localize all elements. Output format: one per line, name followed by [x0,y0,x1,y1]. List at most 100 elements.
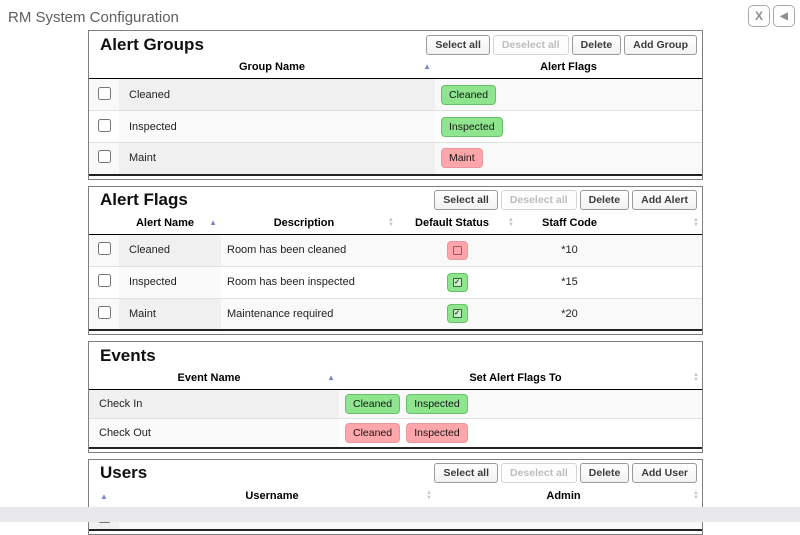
sort-asc-icon: ▲ [209,219,217,227]
row-checkbox[interactable] [98,87,111,100]
delete-button[interactable]: Delete [580,190,630,210]
sort-asc-icon: ▲ [100,492,108,501]
events-table: Event Name▲ Set Alert Flags To▲▼ Check I… [89,367,702,449]
column-header-alert-flags[interactable]: Alert Flags [435,56,702,79]
group-name-cell: Cleaned [119,79,435,111]
flag-badge: Cleaned [441,85,496,105]
column-header-description[interactable]: Description▲▼ [221,212,397,235]
status-badge [447,241,468,260]
alert-flags-section: Alert Flags Select all Deselect all Dele… [88,186,703,336]
table-row: Maint Maint [89,143,702,175]
table-row: Check In Cleaned Inspected [89,390,702,419]
default-status-cell [397,298,517,330]
sort-icon: ▲▼ [388,218,394,228]
alert-flags-cell: Inspected [435,111,702,143]
add-alert-button[interactable]: Add Alert [632,190,697,210]
table-row: Inspected Inspected [89,111,702,143]
flag-badge: Cleaned [345,423,400,443]
event-name-cell: Check In [89,390,339,419]
events-section: Events Event Name▲ Set Alert Flags To▲▼ … [88,341,703,453]
column-header-admin[interactable]: Admin▲▼ [435,485,702,508]
row-checkbox[interactable] [98,274,111,287]
table-row: Inspected Room has been inspected *15 [89,266,702,298]
delete-button[interactable]: Delete [572,35,622,55]
sort-icon: ▲▼ [508,218,514,228]
alert-name-cell: Inspected [119,266,221,298]
flag-badge: Inspected [441,117,503,137]
bottom-strip [0,507,800,522]
select-all-button[interactable]: Select all [434,190,498,210]
row-checkbox[interactable] [98,242,111,255]
users-section: Users Select all Deselect all Delete Add… [88,459,703,535]
row-checkbox[interactable] [98,150,111,163]
column-header-group-name[interactable]: Group Name▲ [119,56,435,79]
select-all-button[interactable]: Select all [426,35,490,55]
column-header-select[interactable]: ▲ [89,485,119,508]
alert-groups-title: Alert Groups [100,35,204,55]
column-header-select[interactable] [89,212,119,235]
column-header-default-status[interactable]: Default Status▲▼ [397,212,517,235]
alert-name-cell: Maint [119,298,221,330]
select-all-button[interactable]: Select all [434,463,498,483]
flag-badge: Maint [441,148,483,168]
alert-name-cell: Cleaned [119,234,221,266]
description-cell: Maintenance required [221,298,397,330]
add-user-button[interactable]: Add User [632,463,697,483]
close-button[interactable]: X [748,5,770,27]
column-header-select[interactable] [89,56,119,79]
users-title: Users [100,463,147,483]
flag-badge: Inspected [406,423,468,443]
add-group-button[interactable]: Add Group [624,35,697,55]
staff-code-cell: *20 [517,298,622,330]
default-status-cell [397,266,517,298]
flag-badge: Inspected [406,394,468,414]
checkbox-glyph-icon [453,246,462,255]
group-name-cell: Inspected [119,111,435,143]
column-header-set-alert-flags-to[interactable]: Set Alert Flags To▲▼ [339,367,702,390]
status-badge [447,304,468,323]
sort-icon: ▲▼ [426,491,432,501]
column-header-username[interactable]: Username▲▼ [119,485,435,508]
extra-cell [622,298,702,330]
alert-flags-cell: Maint [435,143,702,175]
row-checkbox[interactable] [98,306,111,319]
deselect-all-button: Deselect all [501,463,577,483]
extra-cell [622,266,702,298]
row-checkbox[interactable] [98,119,111,132]
alert-groups-table: Group Name▲ Alert Flags Cleaned Cleaned … [89,56,702,176]
sort-icon: ▲▼ [693,373,699,383]
description-cell: Room has been inspected [221,266,397,298]
table-row: Cleaned Cleaned [89,79,702,111]
sort-asc-icon: ▲ [327,374,335,382]
group-name-cell: Maint [119,143,435,175]
back-button[interactable]: ◀ [773,5,795,27]
content: Alert Groups Select all Deselect all Del… [88,30,703,535]
delete-button[interactable]: Delete [580,463,630,483]
alert-groups-section: Alert Groups Select all Deselect all Del… [88,30,703,180]
column-header-staff-code[interactable]: Staff Code [517,212,622,235]
table-row: Maint Maintenance required *20 [89,298,702,330]
event-name-cell: Check Out [89,419,339,448]
alert-flags-cell: Cleaned [435,79,702,111]
page-title: RM System Configuration [8,9,179,26]
description-cell: Room has been cleaned [221,234,397,266]
table-row: Check Out Cleaned Inspected [89,419,702,448]
events-title: Events [100,346,156,366]
column-header-event-name[interactable]: Event Name▲ [89,367,339,390]
extra-cell [622,234,702,266]
alert-flags-title: Alert Flags [100,190,188,210]
set-alert-flags-cell: Cleaned Inspected [339,390,702,419]
flag-badge: Cleaned [345,394,400,414]
staff-code-cell: *15 [517,266,622,298]
default-status-cell [397,234,517,266]
status-badge [447,273,468,292]
alert-flags-table: Alert Name▲ Description▲▼ Default Status… [89,212,702,332]
sort-asc-icon: ▲ [423,63,431,71]
sort-icon: ▲▼ [693,491,699,501]
staff-code-cell: *10 [517,234,622,266]
deselect-all-button: Deselect all [493,35,569,55]
deselect-all-button: Deselect all [501,190,577,210]
column-header-extra[interactable]: ▲▼ [622,212,702,235]
table-row: Cleaned Room has been cleaned *10 [89,234,702,266]
column-header-alert-name[interactable]: Alert Name▲ [119,212,221,235]
